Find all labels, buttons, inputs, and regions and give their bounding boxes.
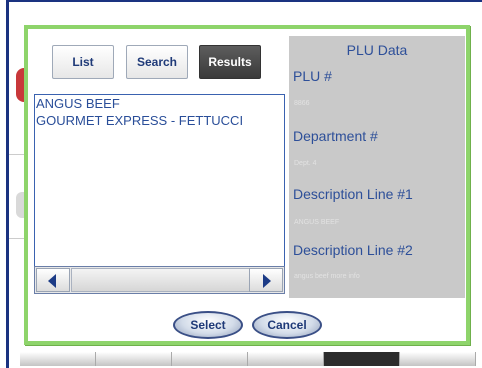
bottom-toolbar-segment xyxy=(400,352,476,366)
select-button[interactable]: Select xyxy=(173,311,243,339)
description-line-2-value: angus beef more info xyxy=(294,273,360,280)
background-bottom-toolbar xyxy=(20,352,476,366)
tab-results[interactable]: Results xyxy=(199,45,261,79)
department-label: Department # xyxy=(293,128,378,144)
list-item[interactable]: GOURMET EXPRESS - FETTUCCI xyxy=(35,112,284,129)
bottom-toolbar-segment xyxy=(172,352,248,366)
tab-list[interactable]: List xyxy=(52,45,114,79)
window-edge-top xyxy=(6,0,482,2)
plu-panel-title: PLU Data xyxy=(346,42,408,58)
arrow-left-icon xyxy=(48,274,56,288)
description-line-2-label: Description Line #2 xyxy=(293,242,413,258)
description-line-1-value: ANGUS BEEF xyxy=(294,219,340,226)
plu-data-panel: PLU Data PLU # 8866 Department # Dept. 4… xyxy=(289,36,465,298)
bottom-toolbar-segment xyxy=(324,352,400,366)
plu-number-value: 8866 xyxy=(294,100,310,107)
window-edge-left xyxy=(6,0,9,368)
horizontal-scrollbar[interactable] xyxy=(34,266,285,294)
plu-number-label: PLU # xyxy=(293,68,332,84)
results-list[interactable]: ANGUS BEEF GOURMET EXPRESS - FETTUCCI xyxy=(34,94,285,294)
department-value: Dept. 4 xyxy=(294,160,317,167)
list-item[interactable]: ANGUS BEEF xyxy=(35,95,284,112)
scroll-left-button[interactable] xyxy=(36,268,70,292)
tab-search[interactable]: Search xyxy=(126,45,188,79)
bottom-toolbar-segment xyxy=(248,352,324,366)
arrow-right-icon xyxy=(263,274,271,288)
cancel-button[interactable]: Cancel xyxy=(252,311,322,339)
description-line-1-label: Description Line #1 xyxy=(293,186,413,202)
scrollbar-thumb[interactable] xyxy=(71,268,251,292)
bottom-toolbar-segment xyxy=(20,352,96,366)
bottom-toolbar-segment xyxy=(96,352,172,366)
tab-bar: List Search Results xyxy=(30,42,288,90)
scroll-right-button[interactable] xyxy=(249,268,283,292)
